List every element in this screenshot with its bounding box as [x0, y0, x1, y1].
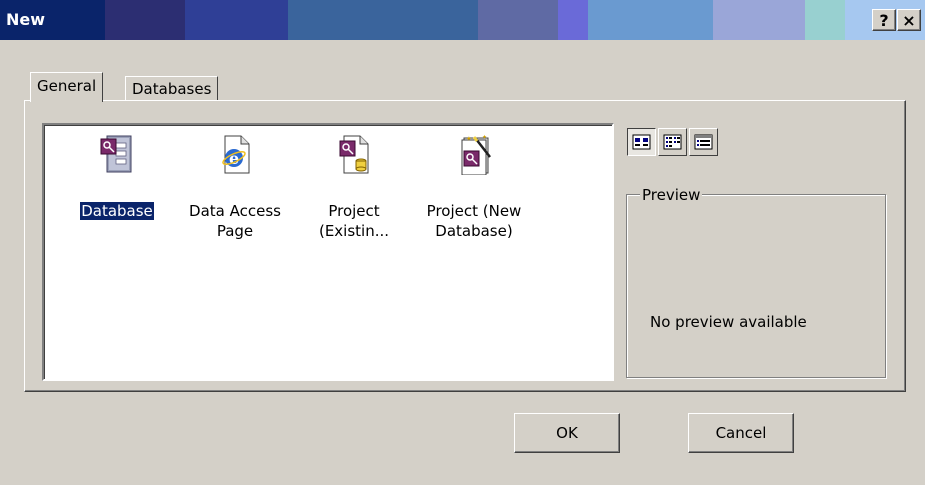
list-item-label: Data Access Page — [175, 201, 295, 241]
list-item-label: Project (Existin... — [294, 201, 414, 241]
item-label-line1: Database — [79, 201, 155, 221]
ok-button[interactable]: OK — [514, 413, 620, 453]
cancel-button[interactable]: Cancel — [688, 413, 794, 453]
preview-label: Preview — [640, 186, 703, 204]
project-existing-icon — [339, 135, 369, 174]
large-icons-icon — [632, 134, 651, 150]
details-icon — [694, 134, 713, 150]
title-bar-gradient — [0, 0, 925, 40]
item-label-line1: Project — [328, 202, 380, 220]
template-list-view[interactable]: Database e Data Access Page Project (Exi… — [42, 123, 614, 381]
project-new-database-icon: ✦ ✦ — [461, 134, 491, 175]
svg-text:✦: ✦ — [466, 135, 472, 143]
item-label-line2: Database) — [435, 222, 513, 240]
tab-databases-label: Databases — [132, 80, 212, 98]
list-item-label: Database — [57, 201, 177, 221]
preview-group — [626, 194, 886, 378]
list-view-button[interactable] — [658, 128, 687, 156]
list-item-label: Project (New Database) — [414, 201, 534, 241]
item-label-line1: Project (New — [426, 202, 522, 220]
large-icons-view-button[interactable] — [627, 128, 656, 156]
item-label-line1: Data Access — [189, 202, 281, 220]
window-title: New — [6, 10, 46, 29]
list-icon — [663, 134, 682, 150]
details-view-button[interactable] — [689, 128, 718, 156]
tab-general[interactable]: General — [30, 72, 104, 102]
tab-databases[interactable]: Databases — [125, 76, 219, 100]
tab-general-label: General — [37, 77, 97, 95]
item-label-line2: (Existin... — [318, 222, 390, 240]
data-access-page-icon: e — [222, 135, 250, 174]
access-database-icon — [100, 135, 132, 173]
help-button[interactable]: ? — [872, 9, 896, 31]
svg-text:✦: ✦ — [482, 134, 487, 141]
preview-message: No preview available — [650, 313, 807, 331]
close-button[interactable]: × — [897, 9, 921, 31]
item-label-line2: Page — [216, 222, 254, 240]
title-bar[interactable]: New ? × — [0, 0, 925, 40]
